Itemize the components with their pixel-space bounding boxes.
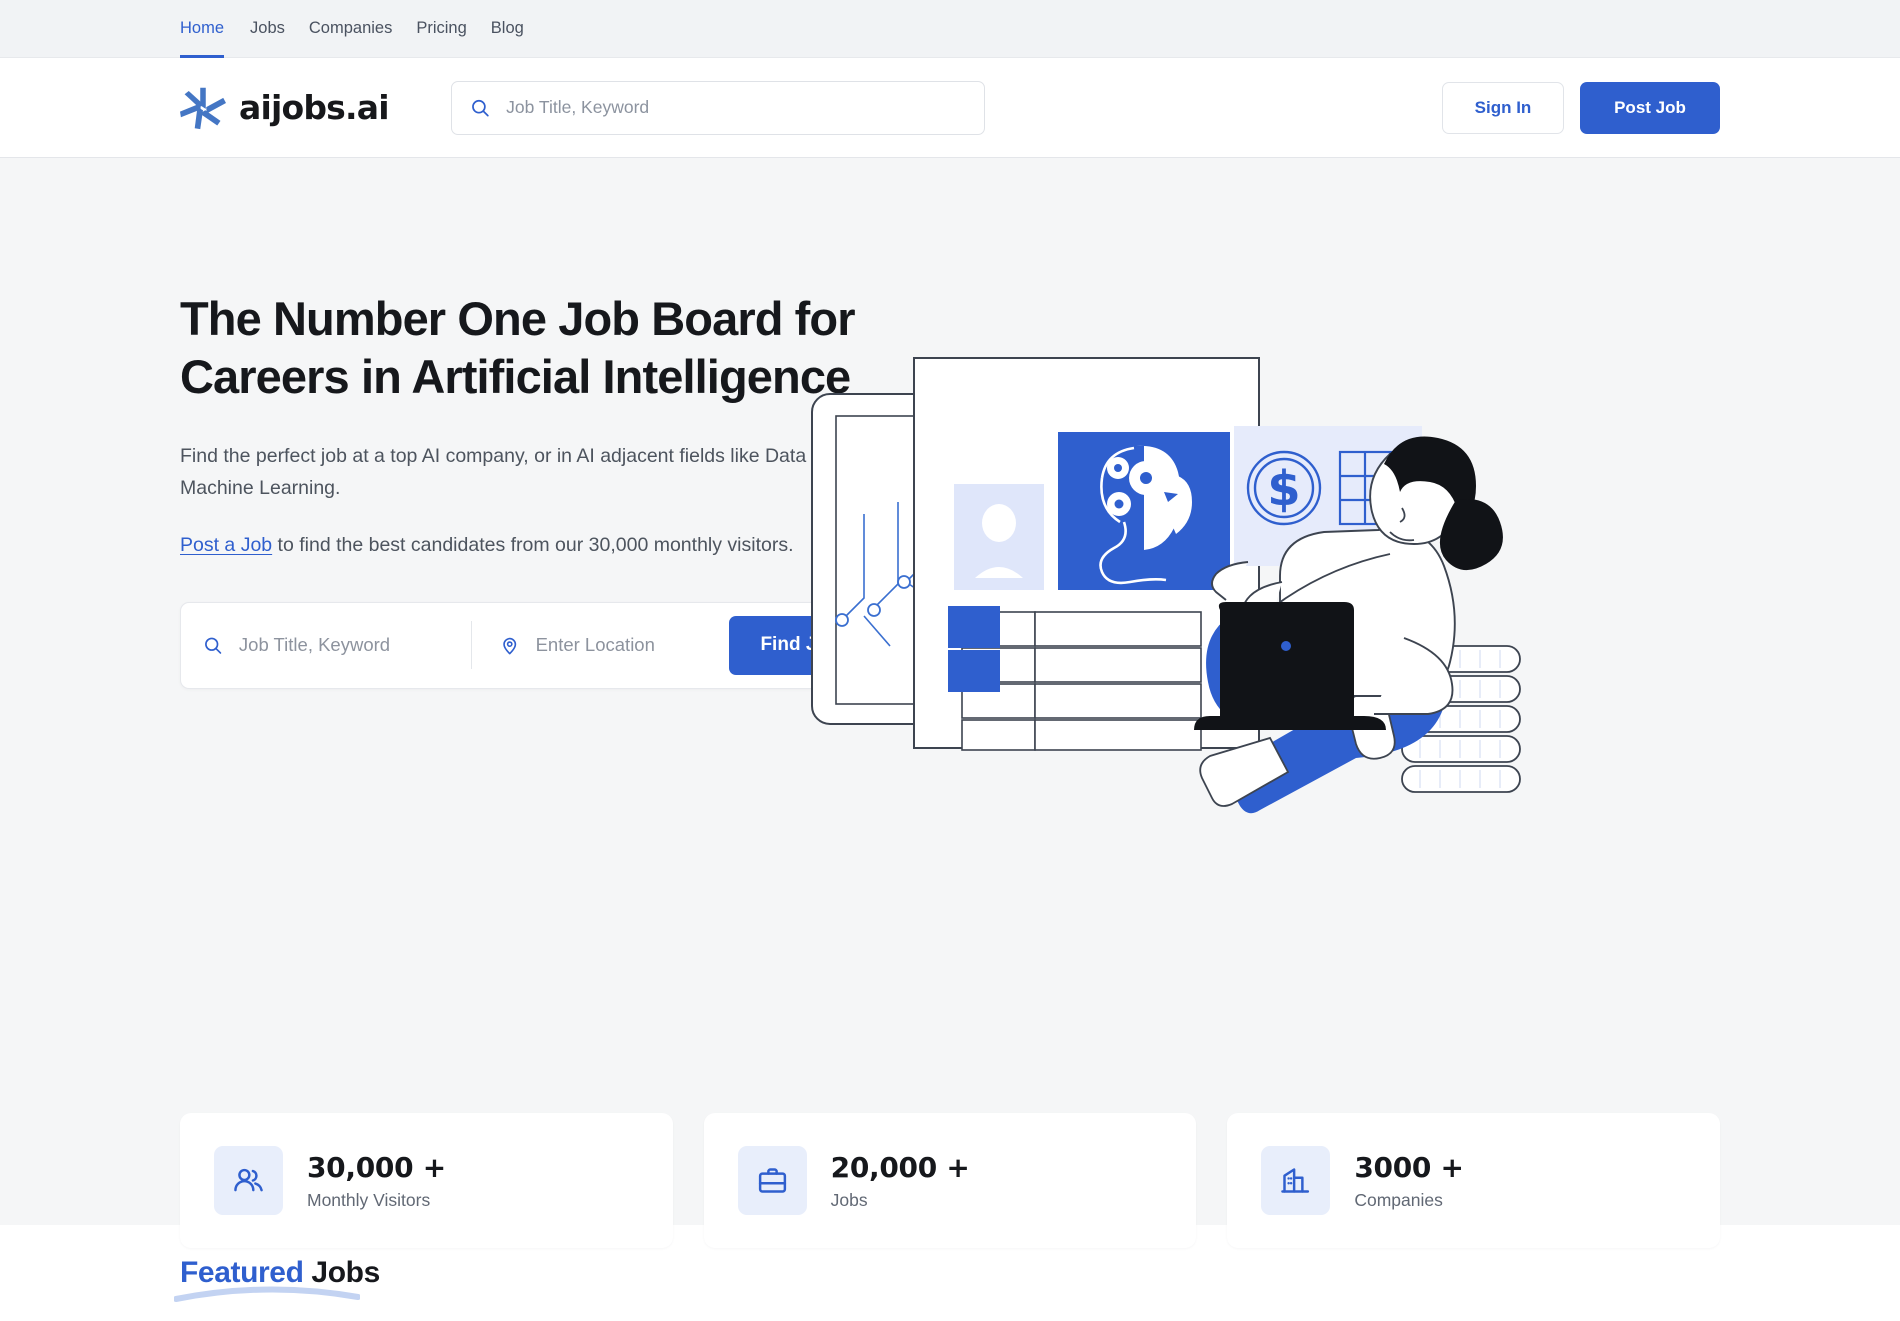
stat-value: 30,000 + [307, 1150, 446, 1184]
stat-label: Monthly Visitors [307, 1189, 431, 1210]
stats-row: 30,000 + Monthly Visitors 20,000 + Jobs [180, 1113, 1721, 1248]
nav-label: Blog [490, 19, 524, 37]
hero-illustration: $ [811, 357, 1521, 814]
sign-in-button[interactable]: Sign In [1442, 81, 1564, 134]
nav-item-pricing[interactable]: Pricing [416, 0, 490, 58]
briefcase-icon [758, 1168, 786, 1193]
stat-text: 30,000 + Monthly Visitors [307, 1151, 446, 1211]
featured-jobs-heading: Featured Jobs [174, 1256, 380, 1302]
logo-text: aijobs.ai [239, 88, 390, 127]
hero-location-field[interactable] [500, 634, 730, 657]
header-search-box[interactable] [450, 80, 985, 135]
svg-text:$: $ [1267, 461, 1300, 517]
stat-card-jobs: 20,000 + Jobs [703, 1113, 1197, 1248]
site-header: aijobs.ai Sign In Post Job [0, 58, 1900, 158]
pinwheel-logo-icon [180, 87, 226, 129]
stat-card-monthly-visitors: 30,000 + Monthly Visitors [180, 1113, 673, 1248]
search-icon [471, 99, 489, 116]
stat-icon-wrap [214, 1146, 283, 1215]
nav-label: Jobs [250, 19, 285, 37]
stat-label: Jobs [830, 1189, 868, 1210]
page-title: The Number One Job Board for Careers in … [180, 292, 856, 404]
post-job-button[interactable]: Post Job [1580, 81, 1720, 134]
field-divider [471, 621, 473, 670]
nav-item-blog[interactable]: Blog [491, 0, 548, 58]
nav-item-jobs[interactable]: Jobs [250, 0, 309, 58]
primary-nav: Home Jobs Companies Pricing Blog [180, 0, 548, 58]
top-utility-nav: Home Jobs Companies Pricing Blog [0, 0, 1900, 58]
stat-text: 20,000 + Jobs [831, 1151, 970, 1211]
users-icon [234, 1168, 263, 1192]
nav-label: Companies [308, 19, 393, 37]
hero-keyword-field[interactable] [203, 634, 472, 657]
search-icon [205, 637, 222, 654]
nav-item-home[interactable]: Home [180, 0, 250, 58]
stat-value: 20,000 + [830, 1150, 970, 1184]
nav-label: Pricing [416, 19, 467, 37]
stat-label: Companies [1354, 1189, 1443, 1210]
hero-section: The Number One Job Board for Careers in … [0, 158, 1900, 1248]
building-icon [1281, 1168, 1310, 1193]
stat-icon-wrap [737, 1146, 807, 1215]
map-pin-icon [503, 637, 517, 655]
hero-location-input[interactable] [535, 634, 730, 657]
stat-text: 3000 + Companies [1354, 1150, 1464, 1211]
stat-card-companies: 3000 + Companies [1227, 1113, 1721, 1248]
nav-item-companies[interactable]: Companies [309, 0, 416, 58]
post-a-job-link[interactable]: Post a Job [180, 534, 272, 556]
nav-label: Home [180, 19, 225, 37]
hero-note-rest: to find the best candidates from our 30,… [272, 533, 794, 556]
hero-keyword-input[interactable] [238, 634, 472, 657]
stat-value: 3000 + [1354, 1150, 1464, 1184]
header-search-input[interactable] [506, 97, 966, 118]
header-actions: Sign In Post Job [1442, 81, 1720, 134]
stat-icon-wrap [1261, 1146, 1331, 1215]
heading-underline-swoosh [174, 1286, 360, 1302]
logo-link[interactable]: aijobs.ai [180, 85, 390, 131]
